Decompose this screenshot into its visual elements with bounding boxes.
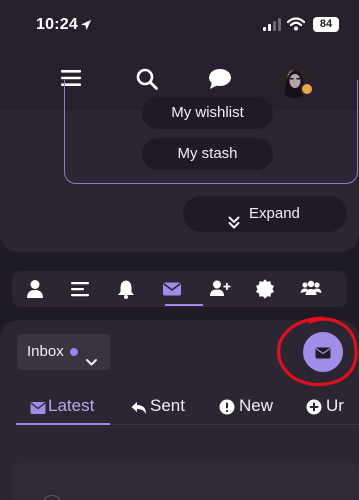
battery-level: 84 (319, 18, 333, 30)
double-chevron-down-icon (228, 207, 240, 243)
status-bar: 10:24 84 (0, 0, 359, 50)
wifi-icon (286, 17, 306, 36)
tab-unread[interactable]: Ur (306, 394, 359, 418)
badge-icon[interactable] (255, 279, 275, 299)
tab-sent[interactable]: Sent (131, 394, 191, 418)
tab-new[interactable]: New (219, 394, 279, 418)
cellular-signal-icon (263, 18, 281, 36)
inbox-label: Inbox (27, 343, 64, 360)
envelope-icon[interactable] (162, 279, 182, 299)
wishlist-button[interactable]: My wishlist (142, 97, 273, 129)
list-icon[interactable] (70, 279, 90, 299)
exclamation-circle-icon (219, 398, 235, 422)
user-icon[interactable] (25, 279, 45, 299)
expand-button[interactable]: Expand (183, 196, 347, 232)
active-tab-indicator (165, 304, 203, 306)
envelope-icon (30, 398, 46, 422)
stash-button[interactable]: My stash (142, 138, 273, 170)
unread-dot (70, 348, 78, 356)
users-icon[interactable] (300, 279, 322, 299)
user-plus-icon[interactable] (209, 279, 231, 299)
location-arrow-icon (80, 18, 92, 36)
tab-latest[interactable]: Latest (30, 394, 110, 418)
tab-sent-label: Sent (150, 396, 185, 415)
inbox-dropdown[interactable]: Inbox (17, 334, 110, 370)
active-message-tab-indicator (16, 423, 110, 425)
expand-label: Expand (249, 205, 300, 222)
tab-latest-label: Latest (48, 396, 95, 415)
reply-icon (131, 398, 147, 422)
bell-icon[interactable] (116, 279, 136, 299)
tab-unread-label: Ur (326, 396, 344, 415)
plus-circle-icon (306, 398, 322, 418)
chevron-down-icon (85, 346, 98, 382)
profile-tab-bar (12, 271, 347, 307)
status-time: 10:24 (36, 16, 78, 33)
battery-indicator: 84 (313, 17, 339, 32)
message-list-card (13, 462, 359, 500)
tab-new-label: New (239, 396, 274, 415)
red-annotation-circle (270, 312, 359, 395)
